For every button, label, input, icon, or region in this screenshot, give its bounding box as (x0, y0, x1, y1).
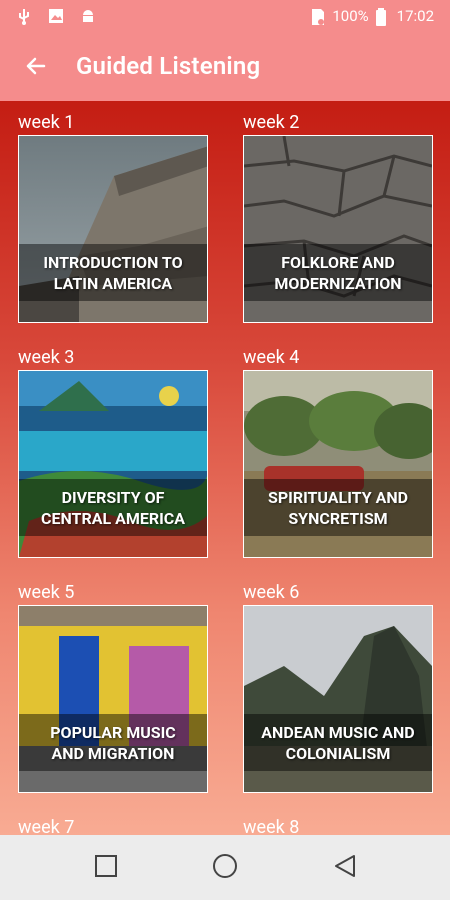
card-title: SPIRITUALITY AND SYNCRETISM (244, 479, 432, 536)
week-label: week 7 (18, 817, 75, 835)
card-title: POPULAR MUSIC AND MIGRATION (19, 714, 207, 771)
week-label: week 2 (243, 112, 300, 133)
card-title-line: LATIN AMERICA (53, 273, 173, 293)
system-nav-bar (0, 835, 450, 900)
week-label: week 1 (18, 112, 75, 133)
card-image-mountain[interactable]: ANDEAN MUSIC AND COLONIALISM (243, 605, 433, 793)
back-button[interactable] (18, 50, 54, 86)
card-title-line: POPULAR MUSIC (50, 722, 176, 742)
week-label: week 5 (18, 582, 75, 603)
card-title-line: ANDEAN MUSIC AND (261, 722, 415, 742)
week-2-card[interactable]: week 2 FOLKLORE AND MODERNIZATION (243, 105, 433, 323)
card-image-painting[interactable]: DIVERSITY OF CENTRAL AMERICA (18, 370, 208, 558)
week-label: week 4 (243, 347, 300, 368)
status-bar: 100% 17:02 (0, 0, 450, 34)
card-title-line: MODERNIZATION (274, 273, 402, 293)
android-icon (80, 8, 96, 24)
sim-icon (310, 8, 326, 25)
week-5-card[interactable]: week 5 POPULAR MUSIC AND MIGRATION (18, 575, 208, 793)
week-7-card[interactable]: week 7 (18, 810, 208, 835)
usb-icon (16, 8, 32, 25)
card-title-line: INTRODUCTION TO (43, 252, 183, 272)
back-nav-button[interactable] (331, 854, 359, 882)
arrow-left-icon (24, 54, 48, 82)
card-image-stonewall[interactable]: FOLKLORE AND MODERNIZATION (243, 135, 433, 323)
image-icon (48, 8, 64, 24)
home-circle-icon (212, 853, 238, 883)
card-image-pyramid[interactable]: INTRODUCTION TO LATIN AMERICA (18, 135, 208, 323)
card-title-line: FOLKLORE AND (281, 252, 395, 272)
recents-square-icon (94, 854, 118, 882)
card-image-houses[interactable]: POPULAR MUSIC AND MIGRATION (18, 605, 208, 793)
card-title-line: DIVERSITY OF (61, 487, 165, 507)
back-triangle-icon (332, 853, 358, 883)
card-title-line: SYNCRETISM (288, 508, 388, 528)
card-title: FOLKLORE AND MODERNIZATION (244, 244, 432, 301)
week-6-card[interactable]: week 6 ANDEAN MUSIC AND COLONIALISM (243, 575, 433, 793)
app-bar: Guided Listening (0, 34, 450, 101)
status-time: 17:02 (396, 7, 434, 25)
home-button[interactable] (211, 854, 239, 882)
week-label: week 3 (18, 347, 75, 368)
card-title-line: SPIRITUALITY AND (267, 487, 409, 507)
card-title-line: CENTRAL AMERICA (41, 508, 185, 528)
week-3-card[interactable]: week 3 DIVERSITY OF CENTRAL AMERICA (18, 340, 208, 558)
week-grid: week 1 INTRODUCTION TO LATIN AMERICA week… (0, 101, 450, 835)
week-label: week 6 (243, 582, 300, 603)
card-title-line: COLONIALISM (285, 743, 391, 763)
card-title: ANDEAN MUSIC AND COLONIALISM (244, 714, 432, 771)
week-label: week 8 (243, 817, 300, 835)
page-title: Guided Listening (76, 52, 261, 80)
card-image-car[interactable]: SPIRITUALITY AND SYNCRETISM (243, 370, 433, 558)
week-1-card[interactable]: week 1 INTRODUCTION TO LATIN AMERICA (18, 105, 208, 323)
card-title-line: AND MIGRATION (51, 743, 175, 763)
week-8-card[interactable]: week 8 (243, 810, 433, 835)
battery-percent: 100% (332, 7, 369, 25)
week-4-card[interactable]: week 4 SPIRITUALITY AND SYNCRETISM (243, 340, 433, 558)
card-title: INTRODUCTION TO LATIN AMERICA (19, 244, 207, 301)
battery-icon (375, 8, 391, 26)
card-title: DIVERSITY OF CENTRAL AMERICA (19, 479, 207, 536)
recents-button[interactable] (92, 854, 120, 882)
